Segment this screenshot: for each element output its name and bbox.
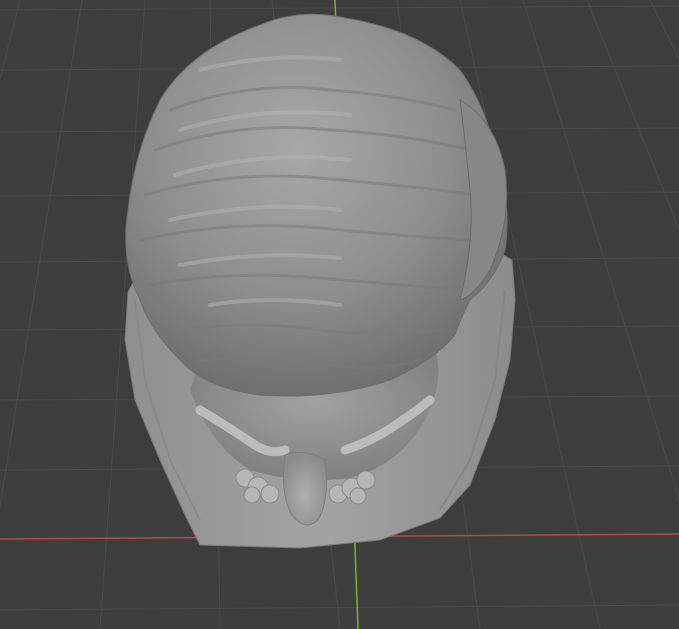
viewport-scene[interactable]	[0, 0, 679, 629]
sculpted-head-model[interactable]	[124, 13, 516, 549]
3d-viewport[interactable]	[0, 0, 679, 629]
